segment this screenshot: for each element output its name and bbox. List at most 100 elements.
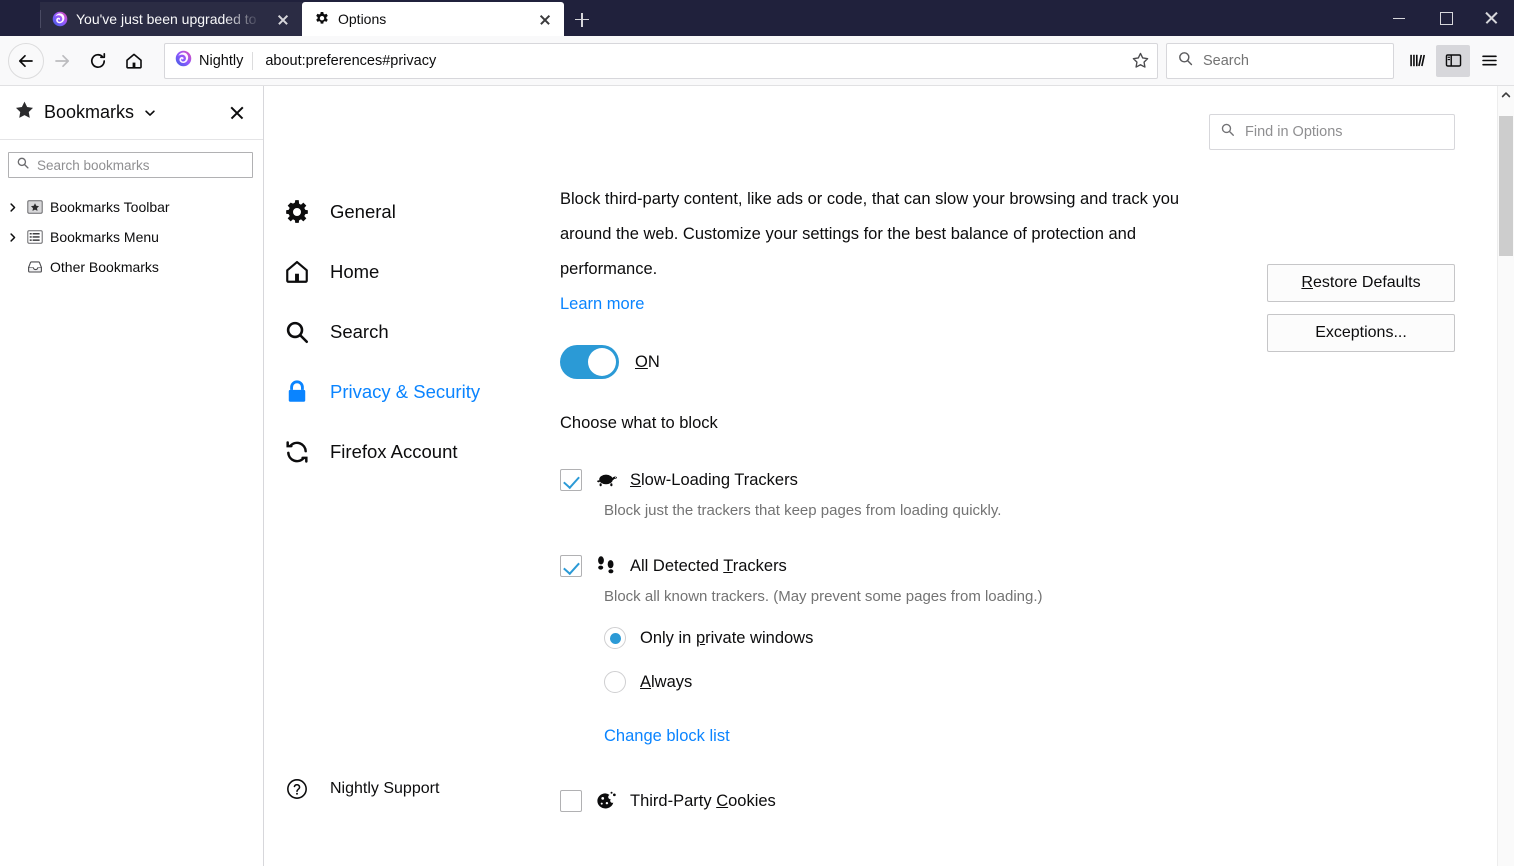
app-menu-icon[interactable] [1472,45,1506,77]
restore-defaults-button[interactable]: Restore Defaults [1267,264,1455,302]
chevron-down-icon[interactable] [143,106,157,120]
all-detected-trackers-description: Block all known trackers. (May prevent s… [604,588,1043,605]
always-radio[interactable] [604,671,626,693]
tab-close-icon[interactable] [535,9,555,29]
tab-title: Options [338,11,387,27]
bookmarks-sidebar: Bookmarks Search bookmarks Bookmarks Too… [0,86,264,866]
tab-bar: You've just been upgraded to F Options [0,0,1514,36]
bookmarks-toolbar-row[interactable]: Bookmarks Toolbar [0,192,263,222]
footprints-icon [594,555,618,577]
window-controls [1376,0,1514,36]
exceptions-button[interactable]: Exceptions... [1267,314,1455,352]
home-button[interactable] [116,43,152,79]
forward-button[interactable] [44,43,80,79]
change-block-list-wrapper: Change block list [604,719,1220,754]
tracking-protection-toggle-label: ON [635,352,660,371]
bookmarks-toolbar-label: Bookmarks Toolbar [50,199,170,215]
vertical-scrollbar[interactable] [1497,86,1514,866]
option-header: Third-Party Cookies [560,790,1220,812]
choose-what-to-block-heading: Choose what to block [560,414,718,432]
action-buttons: Restore Defaults Exceptions... [1267,264,1455,352]
slow-loading-trackers-label-rest: low-Loading Trackers [641,470,798,489]
pref-nav-privacy-security[interactable]: Privacy & Security [264,362,560,422]
minimize-button[interactable] [1376,0,1422,36]
bookmarks-tree: Bookmarks Toolbar Bookmarks Menu Other B… [0,188,263,282]
identity-box[interactable]: Nightly [173,50,252,72]
scroll-up-icon[interactable] [1498,86,1514,103]
other-bookmarks-label: Other Bookmarks [50,259,159,275]
url-bar[interactable]: Nightly about:preferences#privacy [164,42,1158,79]
bookmarks-menu-row[interactable]: Bookmarks Menu [0,222,263,252]
radio-always-row[interactable]: Always [604,671,1220,693]
sidebar-search-input[interactable]: Search bookmarks [8,152,253,178]
preferences-inner: General Home Search Privacy & Security F… [264,86,1497,866]
magnifier-icon [284,319,310,345]
browser-tab-upgraded[interactable]: You've just been upgraded to F [40,2,302,36]
bookmarks-menu-icon [26,229,44,245]
change-block-list-link[interactable]: Change block list [604,727,730,745]
toolbar-right-buttons [1400,44,1506,77]
all-detected-trackers-checkbox[interactable] [560,555,582,577]
only-private-windows-label: Only in private windows [640,628,814,647]
toggle-knob [588,348,616,376]
find-in-options-placeholder: Find in Options [1245,124,1343,140]
bookmark-star-icon[interactable] [1125,46,1155,76]
tracking-protection-toggle[interactable] [560,345,619,379]
tabbar-left-spacer [0,0,40,36]
reload-button[interactable] [80,43,116,79]
slow-loading-trackers-checkbox[interactable] [560,469,582,491]
firefox-nightly-icon [175,50,192,72]
only-private-windows-radio[interactable] [604,627,626,649]
pref-nav-search[interactable]: Search [264,302,560,362]
radio-label-pre: Only in [640,628,696,647]
slow-loading-trackers-label: Slow-Loading Trackers [630,470,798,489]
search-icon [16,156,30,175]
search-input[interactable]: Search [1203,53,1249,69]
pref-nav-general[interactable]: General [264,182,560,242]
all-detected-trackers-label-rest: rackers [732,556,787,575]
pref-nav-firefox-account[interactable]: Firefox Account [264,422,560,482]
pref-nav-home[interactable]: Home [264,242,560,302]
slow-loading-trackers-description: Block just the trackers that keep pages … [604,502,1002,519]
sidebar-title: Bookmarks [44,102,135,122]
pref-nav-general-label: General [330,201,396,222]
library-icon[interactable] [1400,45,1434,77]
chevron-right-icon[interactable] [4,202,20,213]
bookmarks-menu-label: Bookmarks Menu [50,229,159,245]
navigation-toolbar: Nightly about:preferences#privacy Search [0,36,1514,86]
scrollbar-thumb[interactable] [1499,116,1513,256]
learn-more-link[interactable]: Learn more [560,287,1220,322]
maximize-button[interactable] [1422,0,1468,36]
tracking-protection-toggle-row: ON [560,345,1220,379]
find-in-options-input[interactable]: Find in Options [1209,114,1455,150]
always-label: Always [640,672,693,691]
gear-icon [314,11,330,27]
back-button[interactable] [8,42,44,79]
bookmarks-toolbar-icon [26,199,44,215]
other-bookmarks-icon [26,259,44,275]
sync-icon [284,439,310,465]
chevron-right-icon[interactable] [4,232,20,243]
search-bar[interactable]: Search [1166,42,1394,79]
new-tab-button[interactable] [564,2,600,36]
help-circle-icon [284,778,310,800]
tracking-protection-description: Block third-party content, like ads or c… [560,190,1180,278]
radio-only-private-windows-row[interactable]: Only in private windows [604,627,1220,649]
turtle-icon [594,471,618,489]
sidebar-close-icon[interactable] [223,99,251,127]
option-slow-loading-trackers: Slow-Loading Trackers Block just the tra… [560,469,1220,519]
bookmarks-star-icon [14,100,35,126]
always-label-rest: lways [651,672,693,691]
close-window-button[interactable] [1468,0,1514,36]
all-detected-trackers-label: All Detected Trackers [630,556,787,575]
other-bookmarks-row[interactable]: Other Bookmarks [0,252,263,282]
tab-close-icon[interactable] [273,9,293,29]
url-input[interactable]: about:preferences#privacy [253,53,1125,69]
browser-tab-options[interactable]: Options [302,2,564,36]
cookie-icon [594,791,618,811]
option-third-party-cookies: Third-Party Cookies [560,790,1220,812]
pref-nav-support[interactable]: Nightly Support [284,778,439,800]
preferences-pane: General Home Search Privacy & Security F… [264,86,1514,866]
sidebar-toggle-icon[interactable] [1436,44,1470,77]
third-party-cookies-checkbox[interactable] [560,790,582,812]
